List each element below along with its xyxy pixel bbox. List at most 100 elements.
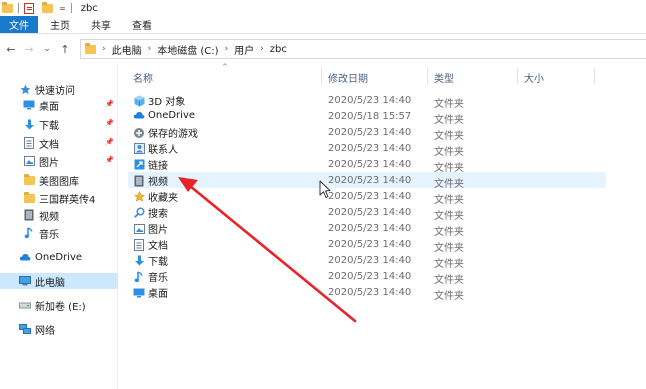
breadcrumb-local-disk[interactable]: 本地磁盘 (C:) bbox=[157, 42, 218, 57]
file-date: 2020/5/23 14:40 bbox=[328, 255, 412, 266]
file-date: 2020/5/23 14:40 bbox=[328, 207, 412, 218]
star-icon bbox=[19, 84, 31, 95]
file-row-music[interactable]: 音乐 2020/5/23 14:40 文件夹 bbox=[128, 268, 606, 286]
file-row-videos[interactable]: 视频 2020/5/23 14:40 文件夹 bbox=[128, 172, 606, 190]
file-row-saved-games[interactable]: 保存的游戏 2020/5/23 14:40 文件夹 bbox=[128, 124, 606, 142]
sidebar-item-label: 此电脑 bbox=[35, 277, 65, 289]
file-row-desktop[interactable]: 桌面 2020/5/23 14:40 文件夹 bbox=[128, 284, 606, 302]
sidebar-item-network[interactable]: 网络 bbox=[0, 321, 118, 337]
folder-icon bbox=[2, 1, 13, 13]
network-icon bbox=[19, 323, 31, 335]
file-date: 2020/5/23 14:40 bbox=[328, 127, 412, 138]
navigation-pane: 快速访问 桌面 📌 下载 📌 文档 📌 图片 📌 美图图库 三国群英传4 视频 … bbox=[0, 62, 118, 389]
breadcrumb-this-pc[interactable]: 此电脑 bbox=[112, 42, 142, 57]
sidebar-item-label: 图片 bbox=[39, 157, 59, 169]
file-row-favorites[interactable]: 收藏夹 2020/5/23 14:40 文件夹 bbox=[128, 188, 606, 206]
sidebar-item-documents[interactable]: 文档 📌 bbox=[0, 135, 118, 151]
file-name: 搜索 bbox=[148, 209, 168, 220]
column-divider[interactable] bbox=[427, 68, 428, 84]
sidebar-item-music[interactable]: 音乐 bbox=[0, 225, 118, 241]
breadcrumb-separator[interactable]: › bbox=[225, 44, 229, 54]
pin-icon: 📌 bbox=[105, 156, 114, 164]
file-name: 3D 对象 bbox=[148, 97, 186, 108]
file-type: 文件夹 bbox=[434, 291, 464, 302]
sidebar-item-label: 下载 bbox=[39, 120, 59, 132]
file-row-contacts[interactable]: 联系人 2020/5/23 14:40 文件夹 bbox=[128, 140, 606, 158]
column-header-type[interactable]: 类型 bbox=[434, 70, 454, 85]
column-header-name[interactable]: 名称 bbox=[133, 70, 153, 85]
document-icon bbox=[23, 137, 35, 149]
cloud-icon bbox=[133, 109, 145, 121]
ribbon-tabs: 文件 主页 共享 查看 bbox=[0, 16, 646, 34]
file-row-3d-objects[interactable]: 3D 对象 2020/5/23 14:40 文件夹 bbox=[128, 92, 606, 110]
file-row-links[interactable]: 链接 2020/5/23 14:40 文件夹 bbox=[128, 156, 606, 174]
file-row-documents[interactable]: 文档 2020/5/23 14:40 文件夹 bbox=[128, 236, 606, 254]
file-date: 2020/5/23 14:40 bbox=[328, 191, 412, 202]
breadcrumb-zbc[interactable]: zbc bbox=[270, 44, 287, 55]
title-bar: = zbc bbox=[0, 0, 646, 16]
customize-quick-access-dropdown[interactable]: = bbox=[59, 4, 66, 13]
search-icon bbox=[133, 207, 145, 219]
sidebar-item-sanguo-4[interactable]: 三国群英传4 bbox=[0, 190, 118, 206]
sidebar-item-onedrive[interactable]: OneDrive bbox=[0, 249, 118, 265]
file-date: 2020/5/23 14:40 bbox=[328, 175, 412, 186]
file-name: 链接 bbox=[148, 161, 168, 172]
sidebar-item-this-pc[interactable]: 此电脑 bbox=[0, 273, 118, 289]
file-row-searches[interactable]: 搜索 2020/5/23 14:40 文件夹 bbox=[128, 204, 606, 222]
sidebar-item-label: OneDrive bbox=[35, 251, 83, 263]
quick-access-toolbar: = bbox=[0, 0, 77, 16]
sidebar-item-downloads[interactable]: 下载 📌 bbox=[0, 116, 118, 132]
sidebar-item-pictures[interactable]: 图片 📌 bbox=[0, 153, 118, 169]
file-date: 2020/5/23 14:40 bbox=[328, 239, 412, 250]
breadcrumb-users[interactable]: 用户 bbox=[234, 42, 254, 57]
sidebar-item-new-volume-e[interactable]: 新加卷 (E:) bbox=[0, 297, 118, 313]
file-date: 2020/5/23 14:40 bbox=[328, 223, 412, 234]
file-name: 文档 bbox=[148, 241, 168, 252]
sidebar-item-quick-access[interactable]: 快速访问 bbox=[0, 81, 118, 97]
column-divider[interactable] bbox=[594, 68, 595, 84]
sidebar-item-label: 音乐 bbox=[39, 229, 59, 241]
file-date: 2020/5/23 14:40 bbox=[328, 271, 412, 282]
column-header-size[interactable]: 大小 bbox=[524, 70, 544, 85]
folder-icon bbox=[23, 173, 35, 186]
tab-file[interactable]: 文件 bbox=[0, 16, 38, 33]
file-name: 视频 bbox=[148, 177, 168, 188]
tab-home[interactable]: 主页 bbox=[38, 16, 79, 33]
sidebar-item-desktop[interactable]: 桌面 📌 bbox=[0, 97, 118, 113]
divider bbox=[18, 3, 19, 13]
video-icon bbox=[133, 175, 145, 187]
breadcrumb-separator: › bbox=[102, 44, 106, 54]
recent-locations-dropdown[interactable]: ⌄ bbox=[40, 44, 54, 54]
file-name: 收藏夹 bbox=[148, 193, 178, 204]
column-header-date-modified[interactable]: 修改日期 bbox=[328, 70, 368, 85]
breadcrumb-separator[interactable]: › bbox=[148, 44, 152, 54]
file-row-onedrive[interactable]: OneDrive 2020/5/18 15:57 文件夹 bbox=[128, 108, 606, 126]
column-divider[interactable] bbox=[321, 68, 322, 84]
music-icon bbox=[133, 270, 145, 283]
download-icon bbox=[23, 119, 35, 130]
up-button[interactable]: ↑ bbox=[58, 43, 72, 56]
column-divider[interactable] bbox=[517, 68, 518, 84]
breadcrumb-separator[interactable]: › bbox=[260, 44, 264, 54]
address-bar[interactable]: › 此电脑 › 本地磁盘 (C:) › 用户 › zbc bbox=[80, 39, 646, 59]
file-name: 音乐 bbox=[148, 273, 168, 284]
pin-icon: 📌 bbox=[105, 119, 114, 127]
properties-icon[interactable] bbox=[24, 2, 34, 14]
file-row-pictures[interactable]: 图片 2020/5/23 14:40 文件夹 bbox=[128, 220, 606, 238]
sidebar-item-label: 视频 bbox=[39, 211, 59, 223]
picture-icon bbox=[23, 156, 35, 167]
tab-share[interactable]: 共享 bbox=[79, 16, 120, 33]
desktop-icon bbox=[133, 287, 145, 299]
file-date: 2020/5/23 14:40 bbox=[328, 159, 412, 170]
back-button[interactable]: ← bbox=[4, 43, 18, 56]
contacts-icon bbox=[133, 143, 145, 155]
desktop-icon bbox=[23, 100, 35, 111]
new-folder-icon[interactable] bbox=[42, 1, 53, 13]
forward-button[interactable]: → bbox=[22, 43, 36, 56]
folder-icon bbox=[85, 42, 96, 54]
file-row-downloads[interactable]: 下载 2020/5/23 14:40 文件夹 bbox=[128, 252, 606, 270]
sidebar-item-videos[interactable]: 视频 bbox=[0, 207, 118, 223]
sidebar-item-meitu-gallery[interactable]: 美图图库 bbox=[0, 172, 118, 188]
file-name: OneDrive bbox=[148, 109, 196, 121]
tab-view[interactable]: 查看 bbox=[120, 16, 161, 33]
